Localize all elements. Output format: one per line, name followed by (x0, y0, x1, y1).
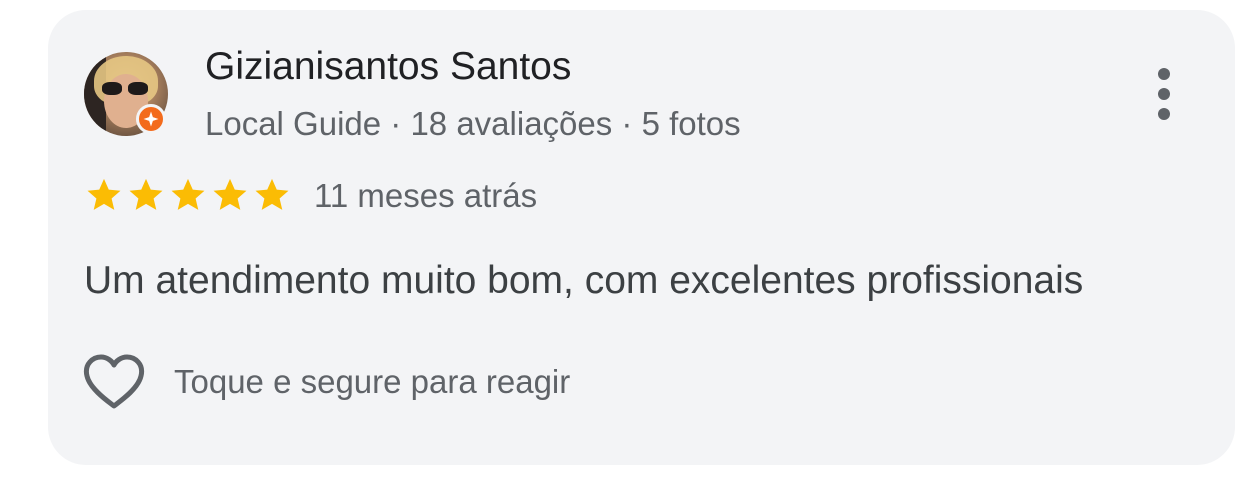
author-meta: Local Guide · 18 avaliações · 5 fotos (205, 105, 741, 142)
star-icon (213, 178, 247, 210)
star-rating (84, 176, 294, 214)
star-icon (87, 178, 121, 210)
heart-outline-icon[interactable] (82, 352, 146, 412)
more-vertical-icon[interactable] (1148, 66, 1180, 122)
review-text: Um atendimento muito bom, com excelentes… (84, 259, 1084, 302)
author-name[interactable]: Gizianisantos Santos (205, 44, 571, 90)
review-time: 11 meses atrás (314, 177, 538, 214)
star-icon (255, 178, 289, 210)
star-icon (171, 178, 205, 210)
react-hint[interactable]: Toque e segure para reagir (174, 362, 570, 402)
star-icon (129, 178, 163, 210)
local-guide-badge-icon (136, 104, 166, 134)
